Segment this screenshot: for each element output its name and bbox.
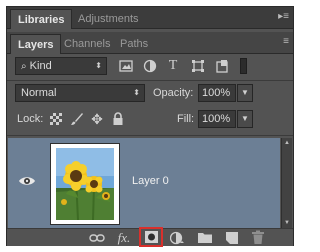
- type-filter-icon[interactable]: T: [165, 57, 181, 75]
- layer-row-layer-0[interactable]: Layer 0: [8, 138, 280, 228]
- updown-arrow-icon: ⬍: [133, 88, 140, 97]
- sunflower-right: [85, 176, 103, 193]
- layers-panel-menu-icon[interactable]: ≡: [275, 36, 289, 48]
- link-layers-icon[interactable]: [89, 231, 105, 245]
- top-panel-menu-icon[interactable]: ▸≡: [275, 11, 289, 23]
- fill-label: Fill:: [177, 113, 195, 125]
- divider: [7, 80, 293, 81]
- scroll-down-icon[interactable]: ▼: [284, 220, 290, 226]
- blend-row: Normal ⬍ Opacity: 100% ▼: [7, 83, 293, 105]
- updown-arrow-icon: ⬍: [95, 61, 102, 70]
- lock-row: Lock: ✥ Fill: 100% ▼: [7, 109, 293, 131]
- smart-object-filter-icon[interactable]: [215, 59, 229, 73]
- add-layer-mask-button[interactable]: [139, 227, 163, 247]
- layers-scrollbar[interactable]: ▲ ▼: [281, 138, 292, 228]
- new-group-folder-icon[interactable]: [197, 231, 213, 244]
- layer-thumbnail[interactable]: [50, 143, 120, 225]
- tab-adjustments[interactable]: Adjustments: [71, 9, 146, 29]
- lock-transparent-pixels-icon[interactable]: [50, 113, 62, 125]
- search-icon: ⌕: [21, 61, 27, 72]
- tab-channels[interactable]: Channels: [57, 34, 117, 54]
- layers-bottom-toolbar: fx.: [7, 227, 293, 247]
- blend-mode-label: Normal: [21, 87, 57, 99]
- pixel-filter-icon[interactable]: [119, 59, 133, 73]
- filter-toggle-switch[interactable]: [240, 58, 247, 74]
- fill-input[interactable]: 100%: [198, 110, 236, 128]
- filter-kind-label: Kind: [29, 60, 52, 72]
- adjustment-filter-icon[interactable]: [143, 59, 157, 73]
- sunflower-image: [56, 148, 114, 220]
- lock-image-pixels-brush-icon[interactable]: [70, 112, 84, 126]
- filter-row: ⌕ Kind ⬍ T: [7, 56, 293, 78]
- visibility-eye-icon[interactable]: [18, 174, 36, 188]
- shape-filter-icon[interactable]: [191, 59, 205, 73]
- delete-layer-trash-icon[interactable]: [251, 230, 265, 245]
- opacity-label: Opacity:: [153, 87, 194, 99]
- layers-panel: Libraries Adjustments ▸≡ Layers Channels…: [6, 6, 294, 247]
- opacity-dropdown-icon[interactable]: ▼: [237, 84, 253, 102]
- tab-paths[interactable]: Paths: [113, 34, 155, 54]
- top-tab-bar: Libraries Adjustments ▸≡: [7, 7, 293, 29]
- tab-libraries[interactable]: Libraries: [10, 9, 73, 29]
- new-fill-adjustment-layer-icon[interactable]: [170, 231, 184, 245]
- layer-style-fx-icon[interactable]: fx.: [115, 230, 133, 246]
- fill-dropdown-icon[interactable]: ▼: [237, 110, 253, 128]
- add-layer-mask-icon: [145, 231, 158, 243]
- tab-layers[interactable]: Layers: [10, 34, 62, 54]
- filter-kind-select[interactable]: ⌕ Kind ⬍: [15, 57, 107, 75]
- lock-label: Lock:: [17, 113, 44, 125]
- divider: [7, 135, 293, 136]
- lock-all-padlock-icon[interactable]: [112, 112, 124, 126]
- layer-name[interactable]: Layer 0: [132, 175, 169, 187]
- scroll-up-icon[interactable]: ▲: [284, 140, 290, 146]
- panel-tab-bar: Layers Channels Paths ≡: [7, 32, 293, 54]
- new-layer-icon[interactable]: [225, 231, 239, 245]
- opacity-input[interactable]: 100%: [198, 84, 236, 102]
- lock-position-move-icon[interactable]: ✥: [89, 110, 105, 128]
- blend-mode-select[interactable]: Normal ⬍: [15, 84, 145, 102]
